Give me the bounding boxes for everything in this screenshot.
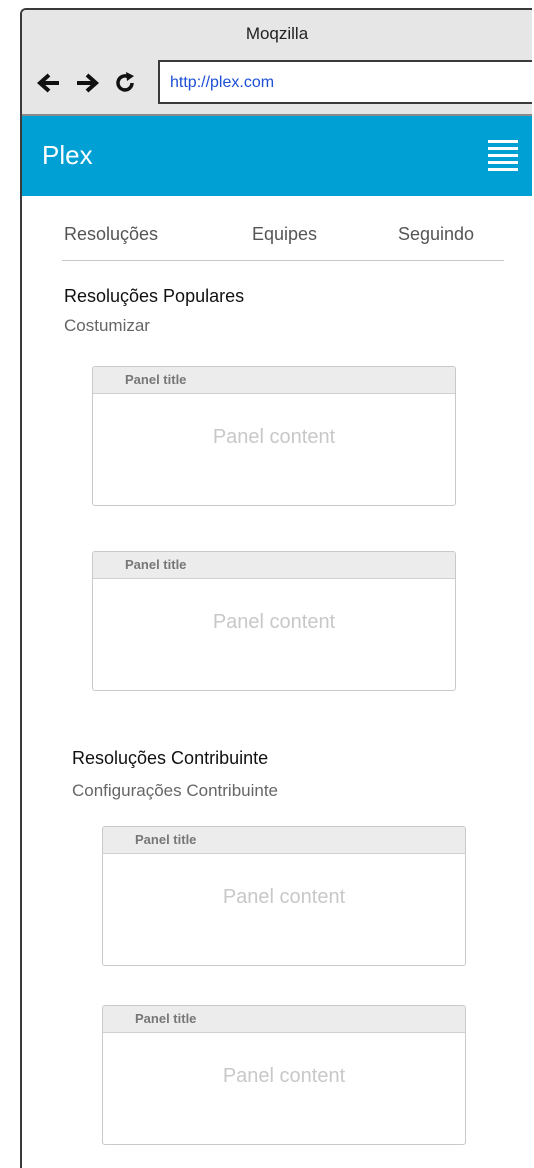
panel-title: Panel title <box>103 1006 465 1033</box>
section-title-popular: Resoluções Populares <box>64 286 245 306</box>
panel[interactable]: Panel title Panel content <box>92 551 456 691</box>
panel[interactable]: Panel title Panel content <box>92 366 456 506</box>
panel-content: Panel content <box>222 1065 346 1087</box>
back-arrow-icon[interactable] <box>32 66 66 100</box>
tab-equipes[interactable]: Equipes <box>252 224 317 245</box>
browser-window: Moqzilla http://plex.com Plex Resoluções… <box>20 8 532 1168</box>
url-bar[interactable]: http://plex.com <box>158 60 532 104</box>
window-title: Moqzilla <box>245 24 309 43</box>
contributor-settings-link[interactable]: Configurações Contribuinte <box>72 781 278 801</box>
panel-content: Panel content <box>222 886 346 908</box>
customize-link[interactable]: Costumizar <box>64 316 150 336</box>
browser-nav <box>32 66 142 100</box>
panel-content: Panel content <box>212 611 336 633</box>
app-title: Plex <box>42 140 93 170</box>
section-title-contributor: Resoluções Contribuinte <box>72 748 269 768</box>
forward-arrow-icon[interactable] <box>70 66 104 100</box>
reload-icon[interactable] <box>108 66 142 100</box>
tab-bar: Resoluções Equipes Seguindo <box>62 220 504 261</box>
hamburger-menu-icon[interactable] <box>488 140 518 172</box>
panel[interactable]: Panel title Panel content <box>102 1005 466 1145</box>
panel-title: Panel title <box>93 367 455 394</box>
browser-titlebar: Moqzilla http://plex.com <box>22 10 532 116</box>
panel-content: Panel content <box>212 426 336 448</box>
tab-seguindo[interactable]: Seguindo <box>398 224 474 245</box>
tab-resolucoes[interactable]: Resoluções <box>64 224 158 245</box>
panel[interactable]: Panel title Panel content <box>102 826 466 966</box>
panel-title: Panel title <box>93 552 455 579</box>
app-header: Plex <box>22 116 532 196</box>
url-text: http://plex.com <box>170 74 275 91</box>
panel-title: Panel title <box>103 827 465 854</box>
